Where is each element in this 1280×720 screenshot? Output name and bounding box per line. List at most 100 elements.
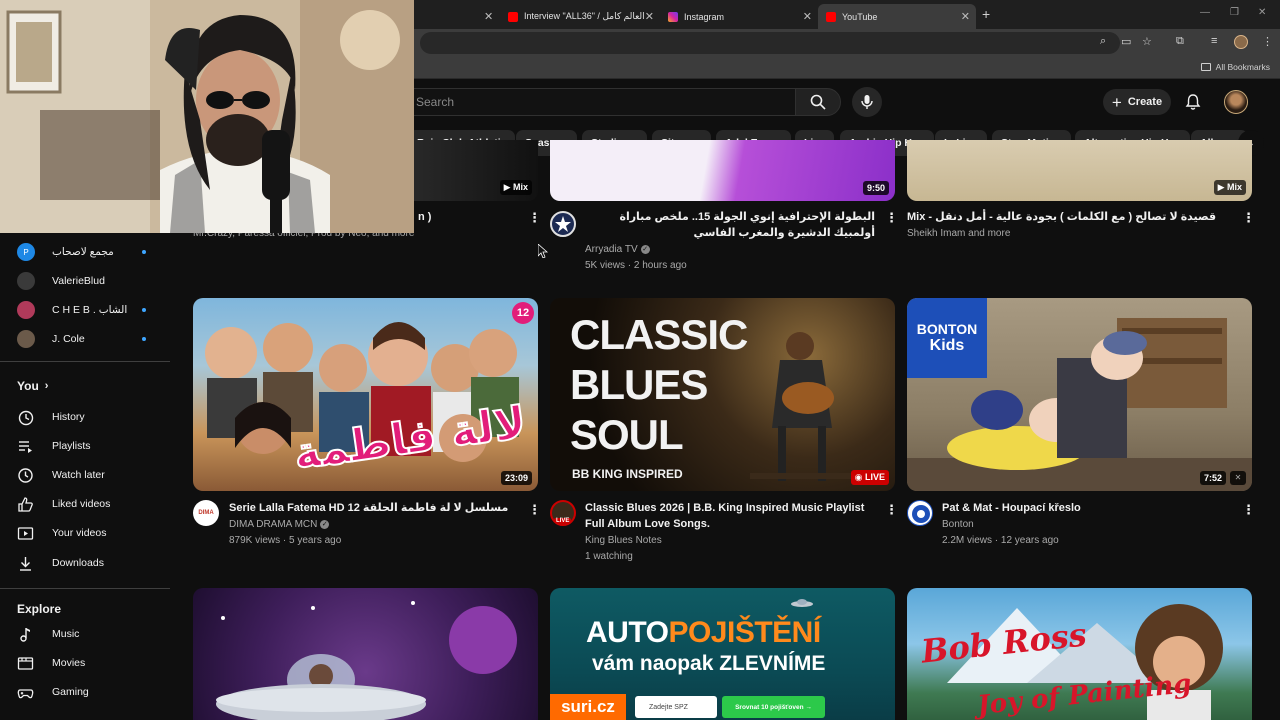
sidebar-subscription[interactable]: P مجمع لاصحاب — [17, 243, 157, 261]
video-channel[interactable]: King Blues Notes — [585, 533, 662, 549]
tab-label: Instagram — [684, 11, 725, 22]
channel-avatar[interactable] — [550, 211, 576, 237]
video-title[interactable]: البطولة الإحترافية إنوي الجولة 15.. ملخص… — [585, 209, 875, 241]
close-icon[interactable]: ✕ — [484, 10, 493, 23]
subscription-name: ValerieBlud — [52, 275, 105, 287]
sidebar-item-label: Music — [52, 628, 80, 640]
channel-name[interactable]: Arryadia TV — [585, 244, 638, 255]
channel-avatar[interactable]: LIVE — [550, 500, 576, 526]
sidebar-subscription[interactable]: ValerieBlud — [17, 272, 157, 290]
video-thumbnail[interactable] — [193, 588, 538, 720]
browser-profile-avatar[interactable] — [1234, 35, 1248, 49]
all-bookmarks-label: All Bookmarks — [1215, 62, 1270, 72]
video-thumbnail[interactable]: ▶ Mix — [907, 140, 1252, 201]
explore-label: Explore — [17, 602, 62, 616]
tab-instagram[interactable]: Instagram ✕ — [660, 4, 818, 29]
bookmark-star-icon[interactable]: ☆ — [1142, 35, 1152, 48]
sidebar-item-label: Your videos — [52, 527, 107, 539]
view-count: 879K views — [229, 535, 281, 546]
search-button[interactable] — [795, 88, 841, 116]
sidebar-item-playlists[interactable]: Playlists — [17, 435, 91, 457]
ufo-cartoon-illustration — [216, 601, 517, 720]
more-options-icon[interactable]: ⋮ — [528, 211, 541, 224]
you-section-header[interactable]: You › — [17, 379, 48, 393]
cast-icon[interactable]: ▭ — [1121, 35, 1131, 48]
video-title[interactable]: n ) — [418, 209, 518, 227]
suri-brand-logo: suri.cz — [550, 694, 626, 720]
ad-headline-part: POJIŠTĚNÍ — [668, 616, 821, 649]
verified-icon: ✓ — [320, 519, 330, 529]
channel-name[interactable]: DIMA DRAMA MCN — [229, 519, 317, 530]
upload-age: 12 years ago — [1000, 535, 1059, 546]
mix-badge: ▶ Mix — [1213, 180, 1246, 195]
search-input[interactable]: Search — [405, 88, 795, 116]
more-options-icon[interactable]: ⋮ — [885, 503, 898, 516]
channel-avatar[interactable]: DIMA — [193, 500, 219, 526]
sidebar-item-watch-later[interactable]: Watch later — [17, 464, 105, 486]
channel-avatar[interactable] — [907, 500, 933, 526]
create-button[interactable]: + Create — [1103, 89, 1171, 115]
zoom-icon[interactable]: ⌕ — [1100, 35, 1106, 48]
sidebar-item-downloads[interactable]: Downloads — [17, 552, 104, 574]
window-close-icon[interactable]: ✕ — [1258, 7, 1266, 18]
live-label: LIVE — [864, 472, 885, 482]
video-channel[interactable]: Bonton — [942, 517, 974, 533]
sidebar-item-music[interactable]: Music — [17, 623, 79, 645]
notifications-bell-icon[interactable] — [1184, 93, 1202, 111]
media-icon[interactable]: ≡ — [1211, 35, 1217, 47]
video-stats: 5K views · 2 hours ago — [585, 260, 687, 271]
voice-search-button[interactable] — [852, 87, 882, 117]
sidebar-item-your-videos[interactable]: Your videos — [17, 522, 106, 544]
video-title[interactable]: Mix - قصيدة لا تصالح ( مع الكلمات ) بجود… — [907, 209, 1237, 227]
close-icon[interactable]: ✕ — [645, 10, 654, 23]
tab-youtube[interactable]: YouTube ✕ — [818, 4, 976, 29]
video-title[interactable]: Serie Lalla Fatema HD 12 مسلسل لا لة فاط… — [229, 500, 519, 518]
sidebar-subscription[interactable]: J. Cole — [17, 330, 157, 348]
extensions-icon[interactable]: ⧉ — [1176, 35, 1184, 48]
close-icon[interactable]: ✕ — [803, 10, 812, 23]
address-bar[interactable] — [420, 32, 1120, 54]
video-thumbnail[interactable]: لالة فاطمة 12 23:09 — [193, 298, 538, 491]
video-thumbnail[interactable]: Bob Ross Joy of Painting — [907, 588, 1252, 720]
restore-icon[interactable]: ❐ — [1230, 7, 1239, 18]
subscription-avatar: P — [17, 243, 35, 261]
video-channel[interactable]: Sheikh Imam and more — [907, 226, 1010, 242]
account-avatar[interactable] — [1224, 90, 1248, 114]
video-title[interactable]: Classic Blues 2026 | B.B. King Inspired … — [585, 500, 875, 534]
all-bookmarks-button[interactable]: All Bookmarks — [1200, 62, 1270, 72]
video-stats: 879K views · 5 years ago — [229, 535, 342, 546]
more-options-icon[interactable]: ⋮ — [528, 503, 541, 516]
video-thumbnail[interactable]: BONTON Kids 7:52 ✕ — [907, 298, 1252, 491]
video-thumbnail[interactable]: CLASSIC BLUES SOUL BB KING INSPIRED ◉ LI… — [550, 298, 895, 491]
minimize-icon[interactable]: — — [1200, 7, 1210, 18]
mouse-cursor-icon — [538, 244, 548, 258]
chevron-right-icon: › — [44, 380, 49, 392]
close-icon[interactable]: ✕ — [961, 10, 970, 23]
more-options-icon[interactable]: ⋮ — [885, 211, 898, 224]
browser-menu-icon[interactable]: ⋮ — [1262, 35, 1273, 48]
more-options-icon[interactable]: ⋮ — [1242, 503, 1255, 516]
new-content-dot — [142, 337, 146, 341]
video-channel[interactable]: Arryadia TV ✓ — [585, 242, 650, 258]
thumbnail-line: SOUL — [570, 411, 684, 458]
video-channel[interactable]: DIMA DRAMA MCN ✓ — [229, 517, 330, 533]
tab-interview[interactable]: Interview "ALL36" / العالم كامل ... ✕ — [500, 4, 660, 29]
new-tab-icon[interactable]: + — [982, 6, 990, 22]
sidebar-item-liked-videos[interactable]: Liked videos — [17, 493, 110, 515]
video-thumbnail[interactable]: AUTOPOJIŠTĚNÍ vám naopak ZLEVNÍME suri.c… — [550, 588, 895, 720]
sidebar-item-gaming[interactable]: Gaming — [17, 681, 89, 703]
more-options-icon[interactable]: ⋮ — [1242, 211, 1255, 224]
sidebar-item-history[interactable]: History — [17, 406, 85, 428]
sidebar-item-label: Movies — [52, 657, 86, 669]
tab-close-prev[interactable]: ✕ — [476, 4, 501, 29]
youtube-favicon-icon — [508, 11, 518, 22]
video-thumbnail[interactable]: 9:50 — [550, 140, 895, 201]
sidebar-item-movies[interactable]: Movies — [17, 652, 85, 674]
sidebar-subscription[interactable]: C H E B . الشاب — [17, 301, 157, 319]
gaming-icon — [17, 688, 34, 698]
duration-badge: 23:09 — [500, 471, 532, 485]
subscription-avatar — [17, 272, 35, 290]
subscription-name: C H E B . الشاب — [52, 304, 128, 316]
video-title[interactable]: Pat & Mat - Houpací křeslo — [942, 500, 1232, 518]
thumbnail-subtitle: BB KING INSPIRED — [572, 467, 683, 481]
